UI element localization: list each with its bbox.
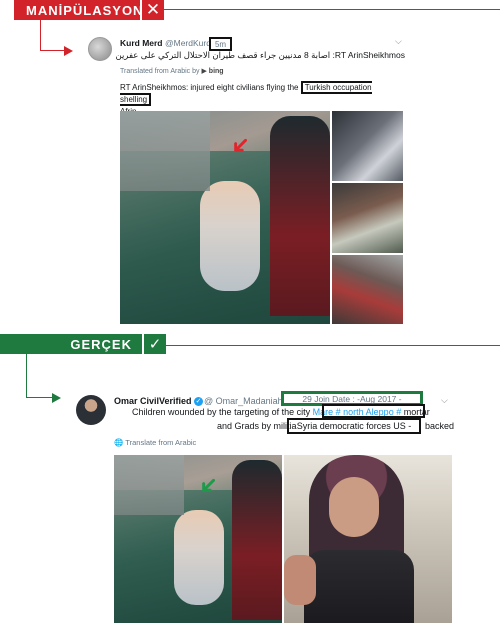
tweet-author-handle[interactable]: @MerdKurd bbox=[165, 38, 211, 48]
tweet-photo-small[interactable] bbox=[332, 183, 403, 253]
photo-arm bbox=[284, 555, 316, 605]
tweet-original-text: RT ArinSheikhmos: اصابة 8 مدنيين جراء قص… bbox=[115, 50, 405, 60]
photo-face bbox=[329, 477, 379, 537]
tweet-text-part: backed bbox=[425, 421, 455, 431]
check-icon: ✓ bbox=[144, 334, 166, 354]
divider-green bbox=[166, 345, 500, 346]
tweet-author-handle[interactable]: @ Omar_Madaniah bbox=[204, 396, 283, 406]
avatar[interactable] bbox=[88, 37, 112, 61]
arrow-right-icon bbox=[64, 46, 73, 56]
translator-name: bing bbox=[208, 68, 224, 75]
chevron-down-icon[interactable]: ⌵ bbox=[441, 395, 448, 406]
verified-text: Verified bbox=[159, 396, 192, 406]
avatar[interactable] bbox=[76, 395, 106, 425]
tweet-text-line: and Grads by militia bbox=[217, 421, 297, 431]
manipulation-banner: MANİPÜLASYON bbox=[14, 0, 144, 20]
photo-child bbox=[174, 510, 224, 605]
tweet-text-part: RT ArinSheikhmos: injured eight civilian… bbox=[120, 83, 299, 92]
photo-wall bbox=[114, 455, 184, 515]
photo-wall bbox=[120, 111, 210, 191]
connector-red bbox=[40, 20, 41, 51]
tweet-text-part: Children wounded by the targeting of the… bbox=[132, 407, 311, 417]
photo-dress bbox=[304, 550, 414, 623]
arrow-right-icon bbox=[52, 393, 61, 403]
photo-child bbox=[200, 181, 260, 291]
translated-from-label: Translated from Arabic by ▶ bing bbox=[120, 67, 224, 75]
verified-badge-icon: ✓ bbox=[194, 397, 204, 407]
tweet-photo-small[interactable] bbox=[332, 255, 403, 324]
divider-red bbox=[164, 9, 500, 10]
real-label: GERÇEK bbox=[70, 336, 132, 352]
connector-green-h bbox=[26, 397, 54, 398]
real-banner: GERÇEK bbox=[0, 334, 142, 354]
highlight-box bbox=[322, 404, 425, 418]
tweet-photo-small[interactable] bbox=[332, 111, 403, 181]
tweet-time[interactable]: 5m bbox=[209, 37, 232, 51]
tweet-photo-main[interactable]: ➜ bbox=[120, 111, 330, 324]
connector-red-h bbox=[40, 50, 66, 51]
close-icon: ✕ bbox=[142, 0, 164, 20]
photo-person bbox=[270, 116, 330, 316]
tweet-author-name[interactable]: Omar CivilVerified ✓ bbox=[114, 396, 204, 407]
tweet-author-name[interactable]: Kurd Merd bbox=[120, 38, 163, 48]
author-name-text: Omar Civil bbox=[114, 396, 160, 406]
translate-label: Translate from Arabic bbox=[125, 438, 197, 447]
chevron-down-icon[interactable]: ⌵ bbox=[395, 36, 402, 47]
bing-logo-icon: ▶ bbox=[201, 68, 207, 75]
translate-link[interactable]: 🌐 Translate from Arabic bbox=[114, 438, 196, 447]
tweet-photo-left[interactable]: ➜ bbox=[114, 455, 282, 623]
highlight-box: Syria democratic forces US - bbox=[287, 418, 421, 434]
photo-person bbox=[232, 460, 282, 620]
globe-icon: 🌐 bbox=[114, 438, 124, 447]
translated-label-text: Translated from Arabic by bbox=[120, 68, 200, 75]
manipulation-label: MANİPÜLASYON bbox=[26, 2, 144, 18]
connector-green bbox=[26, 354, 27, 398]
tweet-photo-right[interactable] bbox=[284, 455, 452, 623]
